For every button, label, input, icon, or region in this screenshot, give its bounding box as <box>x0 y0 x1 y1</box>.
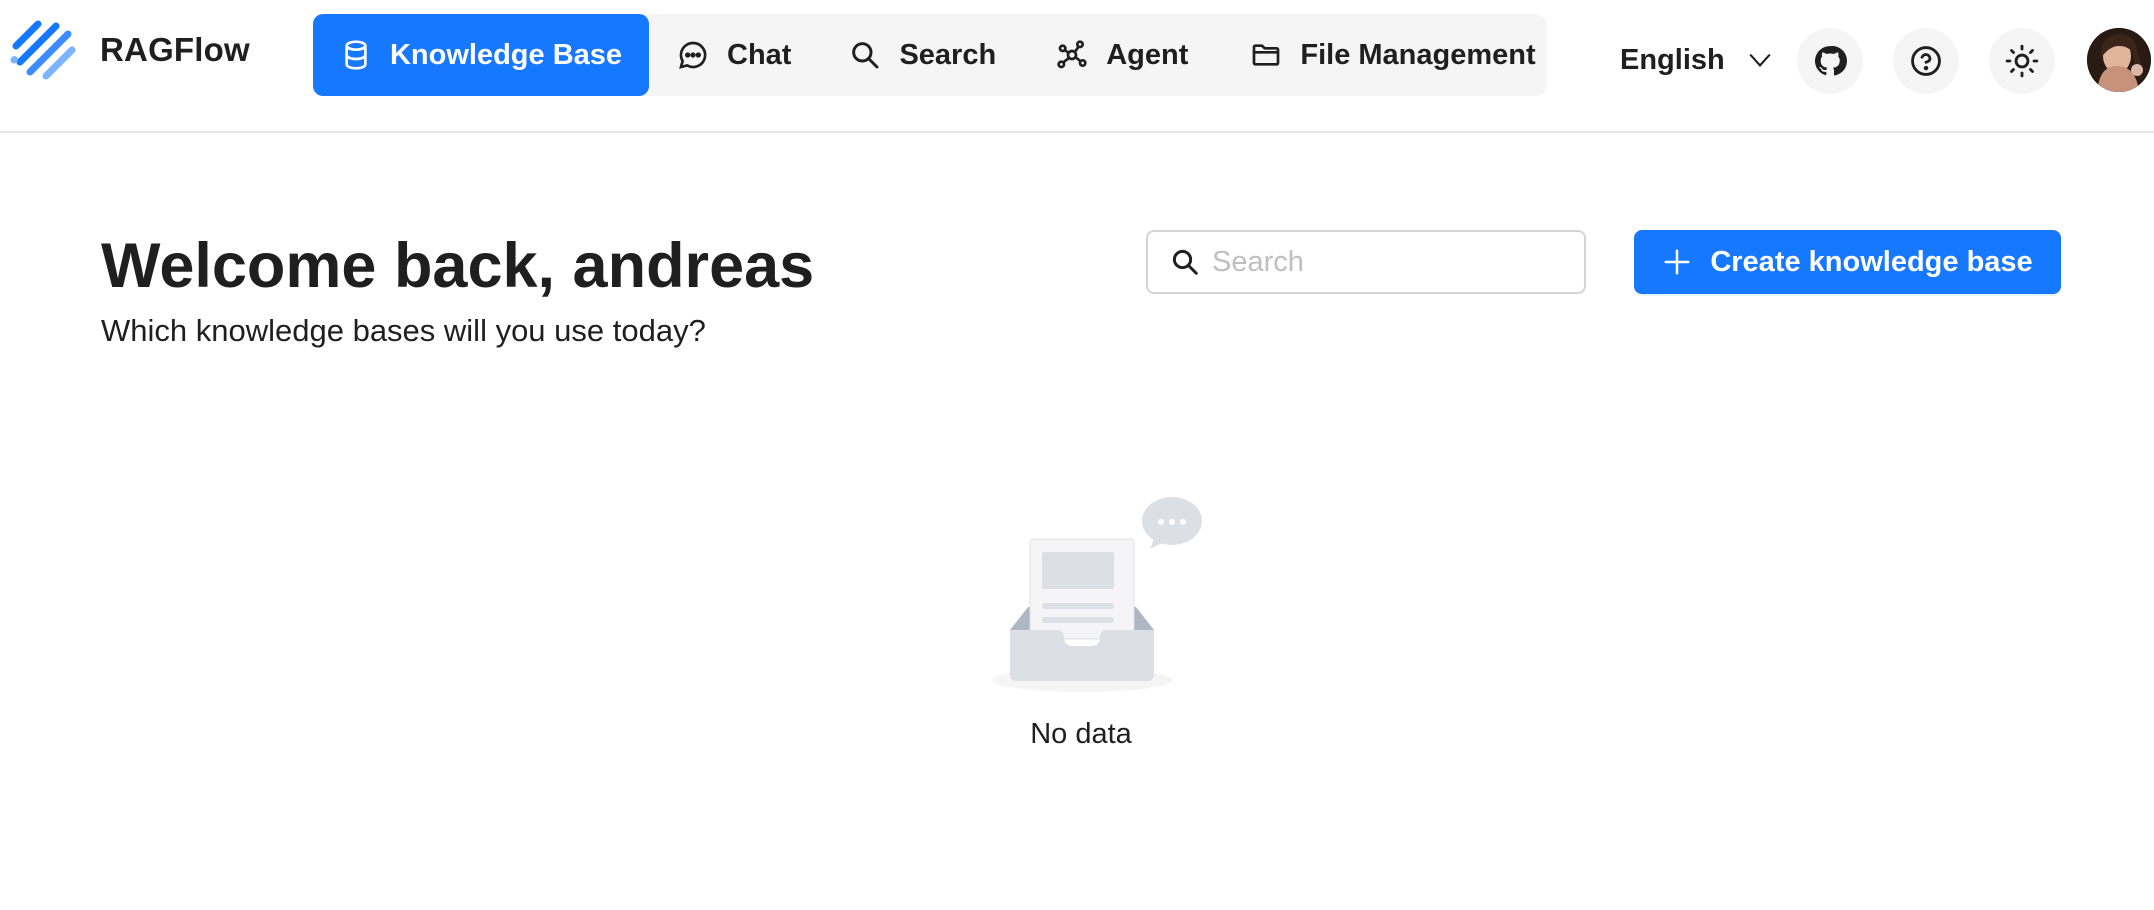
page-title: Welcome back, andreas <box>101 231 815 301</box>
github-icon <box>1814 45 1847 76</box>
help-circle-icon <box>1911 46 1941 76</box>
page-subtitle: Which knowledge bases will you use today… <box>101 313 706 348</box>
agent-graph-icon <box>1057 40 1087 69</box>
user-avatar[interactable] <box>2087 28 2151 92</box>
sun-icon <box>2005 44 2039 78</box>
database-icon <box>345 40 367 70</box>
help-button[interactable] <box>1893 28 1959 94</box>
search-field[interactable] <box>1146 230 1586 294</box>
avatar-photo <box>2087 28 2151 92</box>
nav-item-label: Agent <box>1106 38 1189 71</box>
app-logo[interactable]: RAGFlow <box>10 14 250 86</box>
search-icon <box>852 42 879 69</box>
nav-item-agent[interactable]: Agent <box>1026 14 1218 96</box>
nav-item-search[interactable]: Search <box>817 14 1026 96</box>
chat-bubble-icon <box>679 41 707 69</box>
nav-item-label: Knowledge Base <box>389 38 623 71</box>
language-select[interactable]: English <box>1620 36 1773 84</box>
nav-item-label: Search <box>899 38 997 71</box>
chevron-down-icon <box>1749 53 1771 68</box>
nav-item-knowledge-base[interactable]: Knowledge Base <box>313 14 649 96</box>
plus-icon <box>1664 249 1690 275</box>
search-input[interactable] <box>1212 245 1572 279</box>
create-knowledge-base-button[interactable]: Create knowledge base <box>1634 230 2061 294</box>
folder-icon <box>1253 44 1280 66</box>
app-name: RAGFlow <box>100 31 250 68</box>
nav-item-chat[interactable]: Chat <box>649 14 817 96</box>
nav-item-label: File Management <box>1300 38 1536 71</box>
github-button[interactable] <box>1797 28 1863 94</box>
ragflow-logo-icon <box>10 20 76 80</box>
empty-state-illustration <box>992 497 1202 692</box>
nav-item-file-management[interactable]: File Management <box>1218 14 1565 96</box>
empty-state-text: No data <box>1030 718 1132 750</box>
top-header: RAGFlow Knowledge Base Chat Search Agent… <box>0 0 2154 133</box>
create-button-label: Create knowledge base <box>1710 245 2033 278</box>
nav-item-label: Chat <box>727 38 792 71</box>
theme-toggle-button[interactable] <box>1989 28 2055 94</box>
language-label: English <box>1620 43 1725 76</box>
search-icon <box>1172 249 1198 275</box>
main-nav: Knowledge Base Chat Search Agent File Ma… <box>313 14 1547 96</box>
